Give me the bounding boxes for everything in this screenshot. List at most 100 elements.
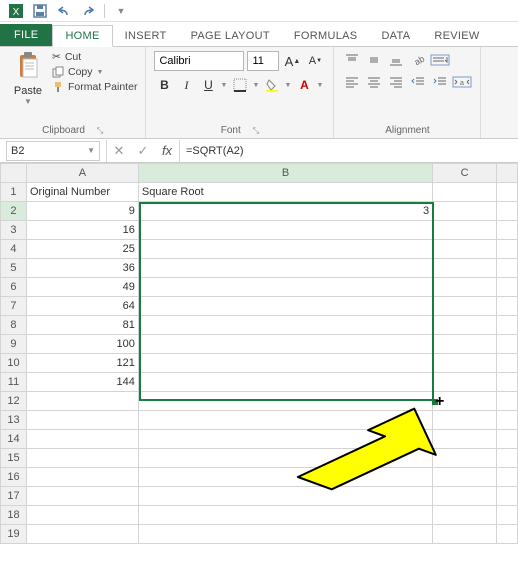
cell[interactable]: 64 [26, 297, 138, 316]
cell[interactable] [138, 525, 432, 544]
cell[interactable] [497, 525, 518, 544]
row-header[interactable]: 6 [1, 278, 27, 297]
cell[interactable] [138, 468, 432, 487]
cell[interactable] [497, 278, 518, 297]
cell[interactable]: 9 [26, 202, 138, 221]
spreadsheet-grid[interactable]: A B C 1 Original Number Square Root 2933… [0, 163, 518, 544]
name-box[interactable]: B2 ▼ [6, 141, 100, 161]
align-left-icon[interactable] [342, 73, 362, 91]
cell[interactable] [497, 335, 518, 354]
cell[interactable] [138, 297, 432, 316]
excel-icon[interactable]: X [6, 2, 26, 20]
row-header[interactable]: 9 [1, 335, 27, 354]
row-header[interactable]: 17 [1, 487, 27, 506]
dialog-launcher-icon[interactable]: ⤡ [253, 126, 259, 136]
row-header[interactable]: 13 [1, 411, 27, 430]
borders-button[interactable] [230, 75, 250, 95]
cell[interactable]: 81 [26, 316, 138, 335]
cell[interactable] [433, 335, 497, 354]
column-header-A[interactable]: A [26, 164, 138, 183]
cell[interactable] [433, 202, 497, 221]
row-header[interactable]: 10 [1, 354, 27, 373]
copy-button[interactable]: Copy ▼ [52, 66, 137, 78]
cell[interactable] [26, 468, 138, 487]
cell[interactable]: 3 [138, 202, 432, 221]
cell[interactable] [26, 525, 138, 544]
cell[interactable] [26, 430, 138, 449]
fill-handle[interactable] [432, 399, 438, 405]
cell[interactable] [433, 506, 497, 525]
insert-function-icon[interactable]: fx [155, 143, 179, 158]
italic-button[interactable]: I [176, 75, 196, 95]
row-header[interactable]: 18 [1, 506, 27, 525]
cell[interactable] [433, 221, 497, 240]
cell[interactable]: 36 [26, 259, 138, 278]
cell[interactable] [497, 259, 518, 278]
cell[interactable]: 144 [26, 373, 138, 392]
font-name-input[interactable] [154, 51, 244, 71]
redo-icon[interactable] [78, 2, 98, 20]
cell[interactable] [433, 411, 497, 430]
row-header[interactable]: 4 [1, 240, 27, 259]
cell[interactable] [433, 354, 497, 373]
row-header[interactable]: 14 [1, 430, 27, 449]
save-icon[interactable] [30, 2, 50, 20]
cell[interactable] [497, 430, 518, 449]
cell[interactable] [497, 183, 518, 202]
align-center-icon[interactable] [364, 73, 384, 91]
align-middle-icon[interactable] [364, 51, 384, 69]
row-header[interactable]: 5 [1, 259, 27, 278]
increase-font-icon[interactable]: A▲ [282, 51, 302, 71]
orientation-icon[interactable]: ab [408, 51, 428, 69]
merge-center-icon[interactable]: a [452, 73, 472, 91]
cell[interactable] [26, 506, 138, 525]
cell[interactable] [497, 373, 518, 392]
cell[interactable] [433, 240, 497, 259]
cell[interactable] [433, 278, 497, 297]
cell[interactable] [497, 468, 518, 487]
row-header[interactable]: 19 [1, 525, 27, 544]
row-header[interactable]: 15 [1, 449, 27, 468]
cell[interactable] [497, 297, 518, 316]
cell[interactable] [138, 411, 432, 430]
cell[interactable] [138, 506, 432, 525]
cell[interactable]: 100 [26, 335, 138, 354]
cell[interactable] [138, 316, 432, 335]
cell[interactable] [497, 240, 518, 259]
cell[interactable] [433, 183, 497, 202]
align-bottom-icon[interactable] [386, 51, 406, 69]
cell[interactable]: 49 [26, 278, 138, 297]
cell[interactable] [497, 354, 518, 373]
row-header[interactable]: 11 [1, 373, 27, 392]
paste-button[interactable]: Paste ▼ [8, 51, 48, 123]
cell[interactable] [138, 221, 432, 240]
cell[interactable] [138, 373, 432, 392]
cell[interactable]: 16 [26, 221, 138, 240]
cell[interactable] [433, 430, 497, 449]
tab-home[interactable]: HOME [52, 25, 112, 47]
select-all-corner[interactable] [1, 164, 27, 183]
cell[interactable] [138, 278, 432, 297]
formula-input[interactable]: =SQRT(A2) [180, 145, 518, 157]
cell[interactable] [138, 392, 432, 411]
cell[interactable] [26, 392, 138, 411]
row-header[interactable]: 2 [1, 202, 27, 221]
row-header[interactable]: 8 [1, 316, 27, 335]
decrease-indent-icon[interactable] [408, 73, 428, 91]
enter-formula-icon[interactable]: ✓ [131, 143, 155, 159]
row-header[interactable]: 16 [1, 468, 27, 487]
column-header-B[interactable]: B [138, 164, 432, 183]
cell[interactable] [497, 411, 518, 430]
chevron-down-icon[interactable]: ▼ [24, 97, 32, 106]
cell[interactable] [497, 316, 518, 335]
tab-review[interactable]: REVIEW [422, 26, 491, 46]
chevron-down-icon[interactable]: ▼ [316, 82, 324, 89]
chevron-down-icon[interactable]: ▼ [252, 82, 260, 89]
row-header[interactable]: 3 [1, 221, 27, 240]
underline-button[interactable]: U [198, 75, 218, 95]
cell[interactable] [26, 411, 138, 430]
decrease-font-icon[interactable]: A▼ [305, 51, 325, 71]
cell[interactable] [433, 468, 497, 487]
font-size-input[interactable] [247, 51, 279, 71]
undo-icon[interactable] [54, 2, 74, 20]
